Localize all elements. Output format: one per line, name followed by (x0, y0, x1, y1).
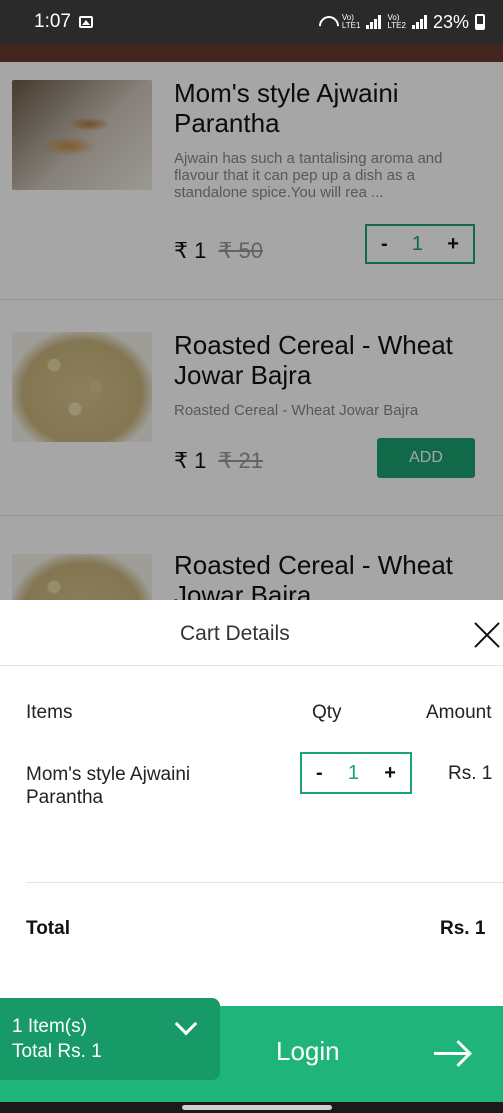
status-left: 1:07 (34, 11, 93, 33)
product-card[interactable]: Mom's style Ajwaini Parantha Ajwain has … (0, 62, 503, 300)
product-list: Mom's style Ajwaini Parantha Ajwain has … (0, 44, 503, 600)
product-image[interactable] (12, 332, 152, 442)
add-button[interactable]: ADD (377, 438, 475, 478)
battery-percent: 23% (432, 11, 469, 32)
decrease-button[interactable]: - (381, 233, 388, 256)
arrow-right-icon[interactable] (434, 1052, 468, 1055)
cart-total: Total Rs. 1 (12, 1041, 102, 1062)
gallery-notification-icon (78, 16, 93, 28)
decrease-button[interactable]: - (316, 762, 323, 785)
cart-summary-toggle[interactable]: 1 Item(s) Total Rs. 1 (0, 998, 220, 1080)
product-description: Ajwain has such a tantalising aroma and … (174, 150, 443, 201)
current-price: ₹ 1 (174, 448, 207, 473)
system-nav-bar (0, 1102, 503, 1113)
lte1-label: Vo) LTE1 (341, 13, 361, 30)
header-strip (0, 44, 503, 62)
increase-button[interactable]: + (384, 762, 396, 785)
product-image[interactable] (12, 80, 152, 190)
lte2-label: Vo) LTE2 (387, 13, 406, 30)
product-title[interactable]: Roasted Cereal - Wheat Jowar Bajra (174, 550, 483, 600)
product-title[interactable]: Roasted Cereal - Wheat Jowar Bajra (174, 330, 483, 390)
divider (26, 882, 503, 883)
battery-icon (475, 14, 485, 30)
quantity-value: 1 (347, 761, 360, 784)
cart-quantity-stepper[interactable]: - 1 + (300, 752, 412, 794)
status-bar: 1:07 Vo) LTE1 Vo) LTE2 23% (0, 0, 503, 44)
qty-column-header: Qty (312, 702, 342, 723)
status-time: 1:07 (34, 11, 71, 32)
status-right: Vo) LTE1 Vo) LTE2 23% (318, 12, 485, 33)
total-value: Rs. 1 (440, 918, 486, 939)
cart-item-amount: Rs. 1 (448, 763, 493, 784)
checkout-bar: 1 Item(s) Total Rs. 1 Login (0, 998, 503, 1102)
increase-button[interactable]: + (447, 233, 459, 256)
login-button[interactable]: Login (276, 1036, 340, 1067)
cart-details-sheet: Cart Details Items Qty Amount Mom's styl… (0, 600, 503, 1000)
cart-title: Cart Details (180, 622, 290, 645)
cart-item-name: Mom's style Ajwaini Parantha (26, 764, 191, 808)
original-price: ₹ 50 (218, 238, 263, 263)
amount-column-header: Amount (426, 702, 492, 723)
signal-1-icon (366, 15, 382, 29)
current-price: ₹ 1 (174, 238, 207, 263)
product-title[interactable]: Mom's style Ajwaini Parantha (174, 78, 483, 138)
quantity-stepper[interactable]: - 1 + (365, 224, 475, 264)
signal-2-icon (411, 15, 427, 29)
home-gesture-handle[interactable] (182, 1105, 332, 1110)
wifi-icon (318, 15, 336, 29)
close-icon[interactable] (470, 618, 503, 652)
product-description: Roasted Cereal - Wheat Jowar Bajra (174, 402, 419, 419)
total-label: Total (26, 918, 70, 939)
product-image[interactable] (12, 554, 152, 600)
product-card[interactable]: Roasted Cereal - Wheat Jowar Bajra Roast… (0, 300, 503, 516)
product-card[interactable]: Roasted Cereal - Wheat Jowar Bajra (0, 516, 503, 600)
original-price: ₹ 21 (218, 448, 263, 473)
cart-header: Cart Details (0, 600, 503, 666)
quantity-value: 1 (411, 232, 424, 255)
product-price: ₹ 1 ₹ 21 (174, 448, 263, 474)
items-column-header: Items (26, 702, 73, 723)
product-price: ₹ 1 ₹ 50 (174, 238, 263, 264)
